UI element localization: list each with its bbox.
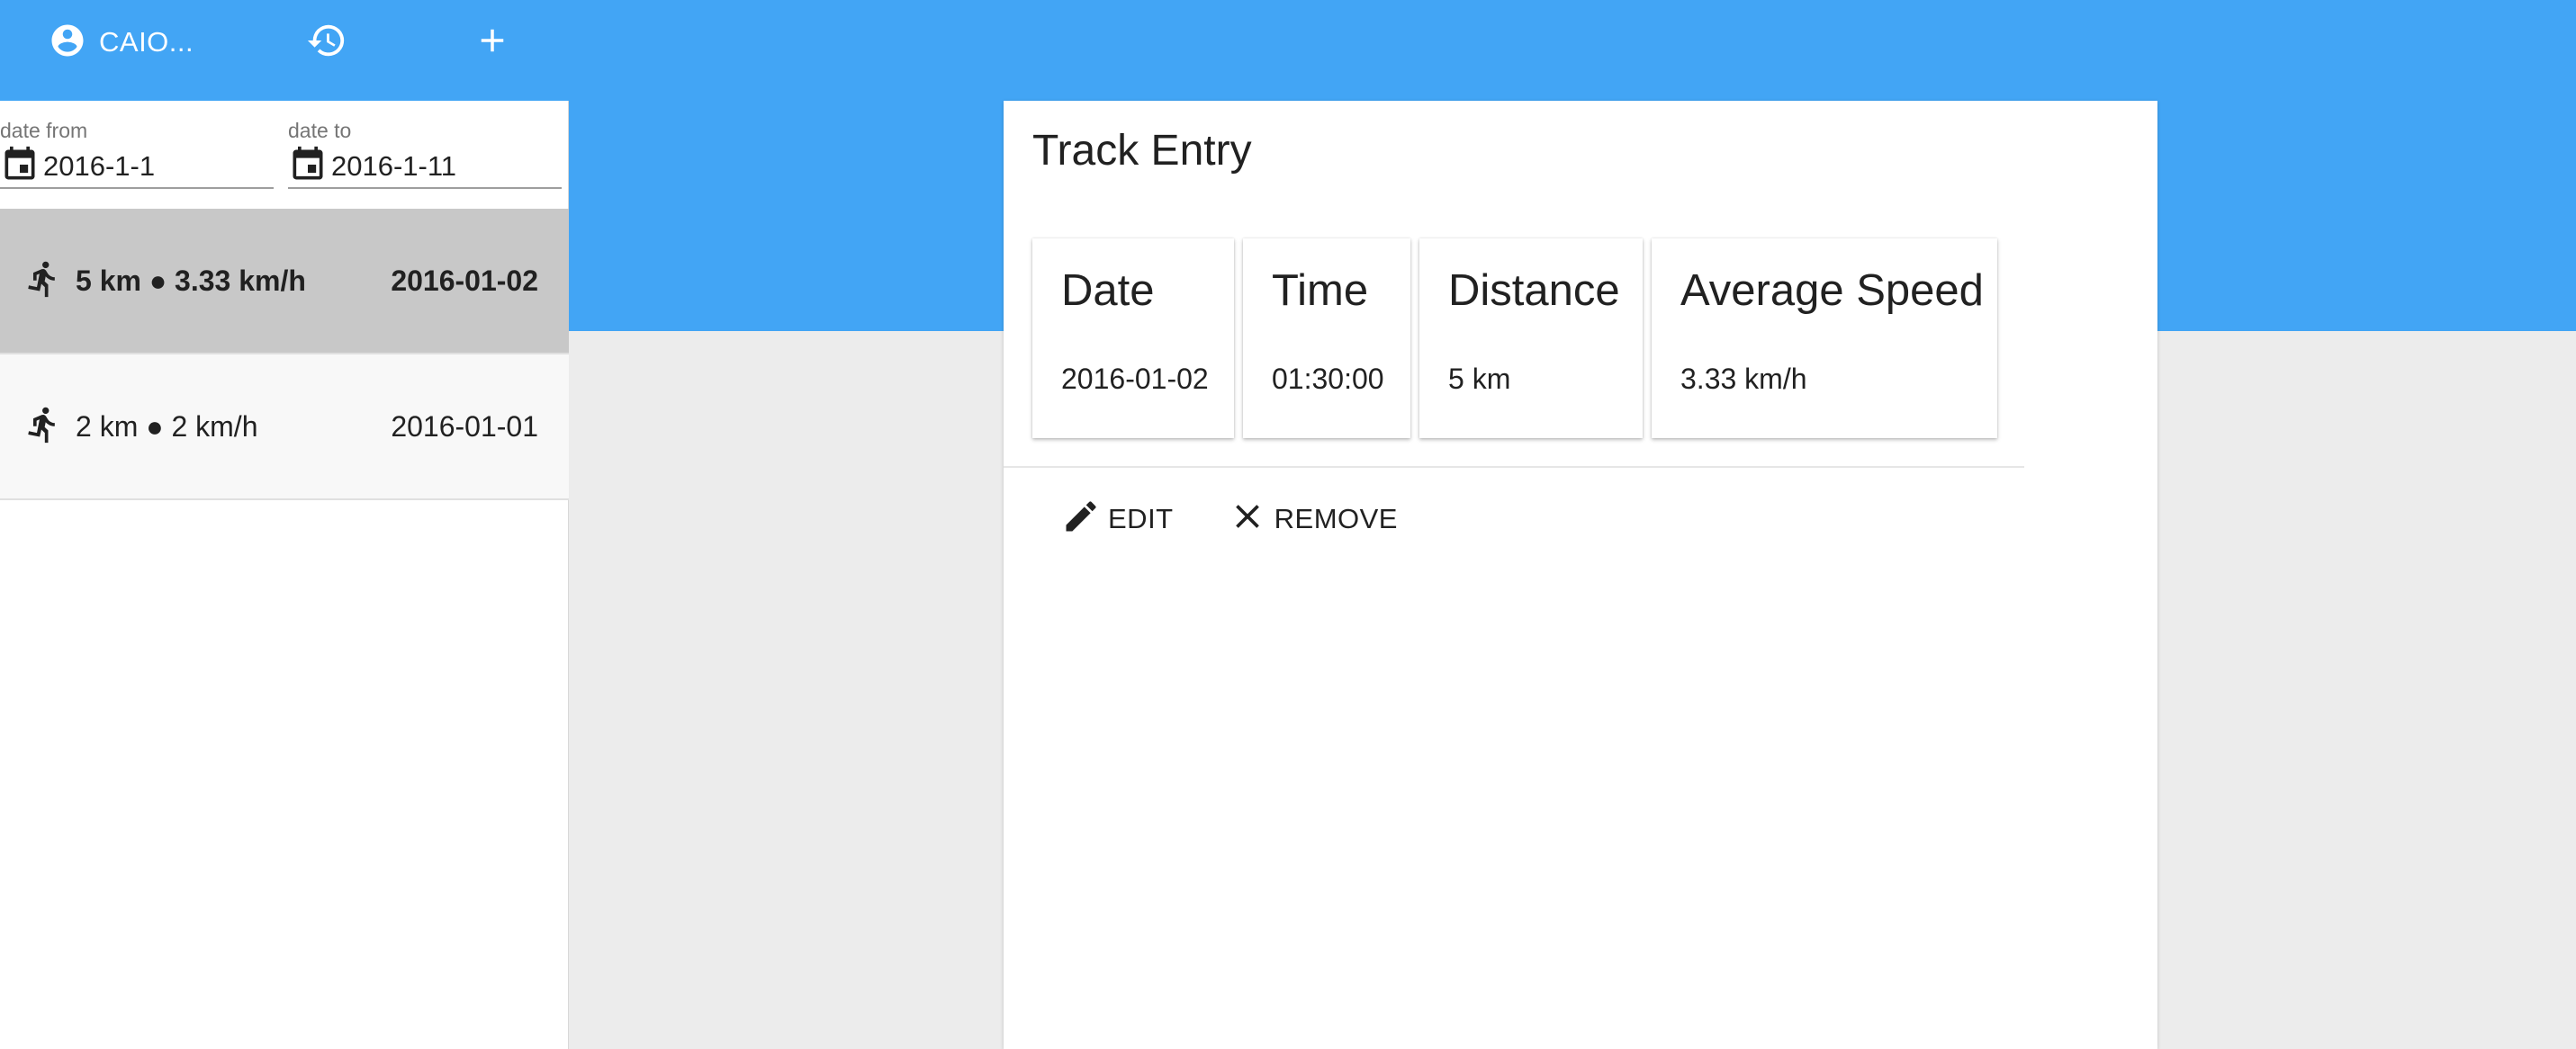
run-icon <box>23 259 63 303</box>
stat-card-distance: Distance 5 km <box>1419 238 1643 438</box>
divider <box>1004 466 2024 468</box>
stat-value: 5 km <box>1448 363 1511 395</box>
user-menu-button[interactable]: CAIO... <box>49 0 194 85</box>
track-list-item[interactable]: 5 km ● 3.33 km/h 2016-01-02 <box>0 209 569 354</box>
track-summary: 2 km ● 2 km/h <box>76 409 258 443</box>
stat-card-average-speed: Average Speed 3.33 km/h <box>1652 238 1997 438</box>
stat-card-date: Date 2016-01-02 <box>1032 238 1234 438</box>
edit-button[interactable]: EDIT <box>1061 497 1174 541</box>
pencil-icon <box>1061 497 1101 541</box>
date-from-field[interactable]: date from 2016-1-1 <box>0 119 274 189</box>
close-icon <box>1228 497 1267 541</box>
stat-cards: Date 2016-01-02 Time 01:30:00 Distance 5… <box>1032 238 1997 438</box>
date-to-input[interactable]: 2016-1-11 <box>288 146 562 189</box>
date-to-caption: date to <box>288 119 352 142</box>
sidebar: date from 2016-1-1 date to 2016-1-11 5 k… <box>0 101 569 1049</box>
stat-label: Time <box>1272 266 1369 315</box>
date-to-value: 2016-1-11 <box>331 150 457 182</box>
date-to-field[interactable]: date to 2016-1-11 <box>288 119 562 189</box>
remove-button[interactable]: REMOVE <box>1228 497 1398 541</box>
track-date: 2016-01-02 <box>391 264 538 297</box>
stat-value: 01:30:00 <box>1272 363 1384 395</box>
detail-title: Track Entry <box>1032 127 1252 175</box>
account-circle-icon <box>49 22 86 64</box>
date-from-value: 2016-1-1 <box>43 150 156 182</box>
calendar-icon <box>288 145 328 189</box>
date-from-input[interactable]: 2016-1-1 <box>0 146 274 189</box>
plus-icon <box>473 22 511 64</box>
track-detail-panel: Track Entry Date 2016-01-02 Time 01:30:0… <box>1004 101 2157 1049</box>
history-icon <box>306 20 347 66</box>
remove-label: REMOVE <box>1274 502 1398 534</box>
stat-label: Average Speed <box>1680 266 1984 315</box>
user-name-label: CAIO... <box>99 26 194 58</box>
track-summary: 5 km ● 3.33 km/h <box>76 264 306 297</box>
stat-label: Distance <box>1448 266 1620 315</box>
track-list: 5 km ● 3.33 km/h 2016-01-02 2 km ● 2 km/… <box>0 209 569 500</box>
run-icon <box>23 405 63 449</box>
date-from-caption: date from <box>0 119 88 142</box>
stat-card-time: Time 01:30:00 <box>1243 238 1410 438</box>
calendar-icon <box>0 145 40 189</box>
history-button[interactable] <box>306 0 347 85</box>
top-toolbar: CAIO... <box>0 0 569 101</box>
stat-value: 3.33 km/h <box>1680 363 1807 395</box>
detail-actions: EDIT REMOVE <box>1061 497 1452 541</box>
app-root: CAIO... date from 2016-1-1 date to 2016-… <box>0 0 2576 1049</box>
stat-value: 2016-01-02 <box>1061 363 1209 395</box>
track-list-item[interactable]: 2 km ● 2 km/h 2016-01-01 <box>0 354 569 500</box>
stat-label: Date <box>1061 266 1155 315</box>
edit-label: EDIT <box>1108 502 1174 534</box>
track-date: 2016-01-01 <box>391 409 538 443</box>
add-track-button[interactable] <box>473 0 511 85</box>
